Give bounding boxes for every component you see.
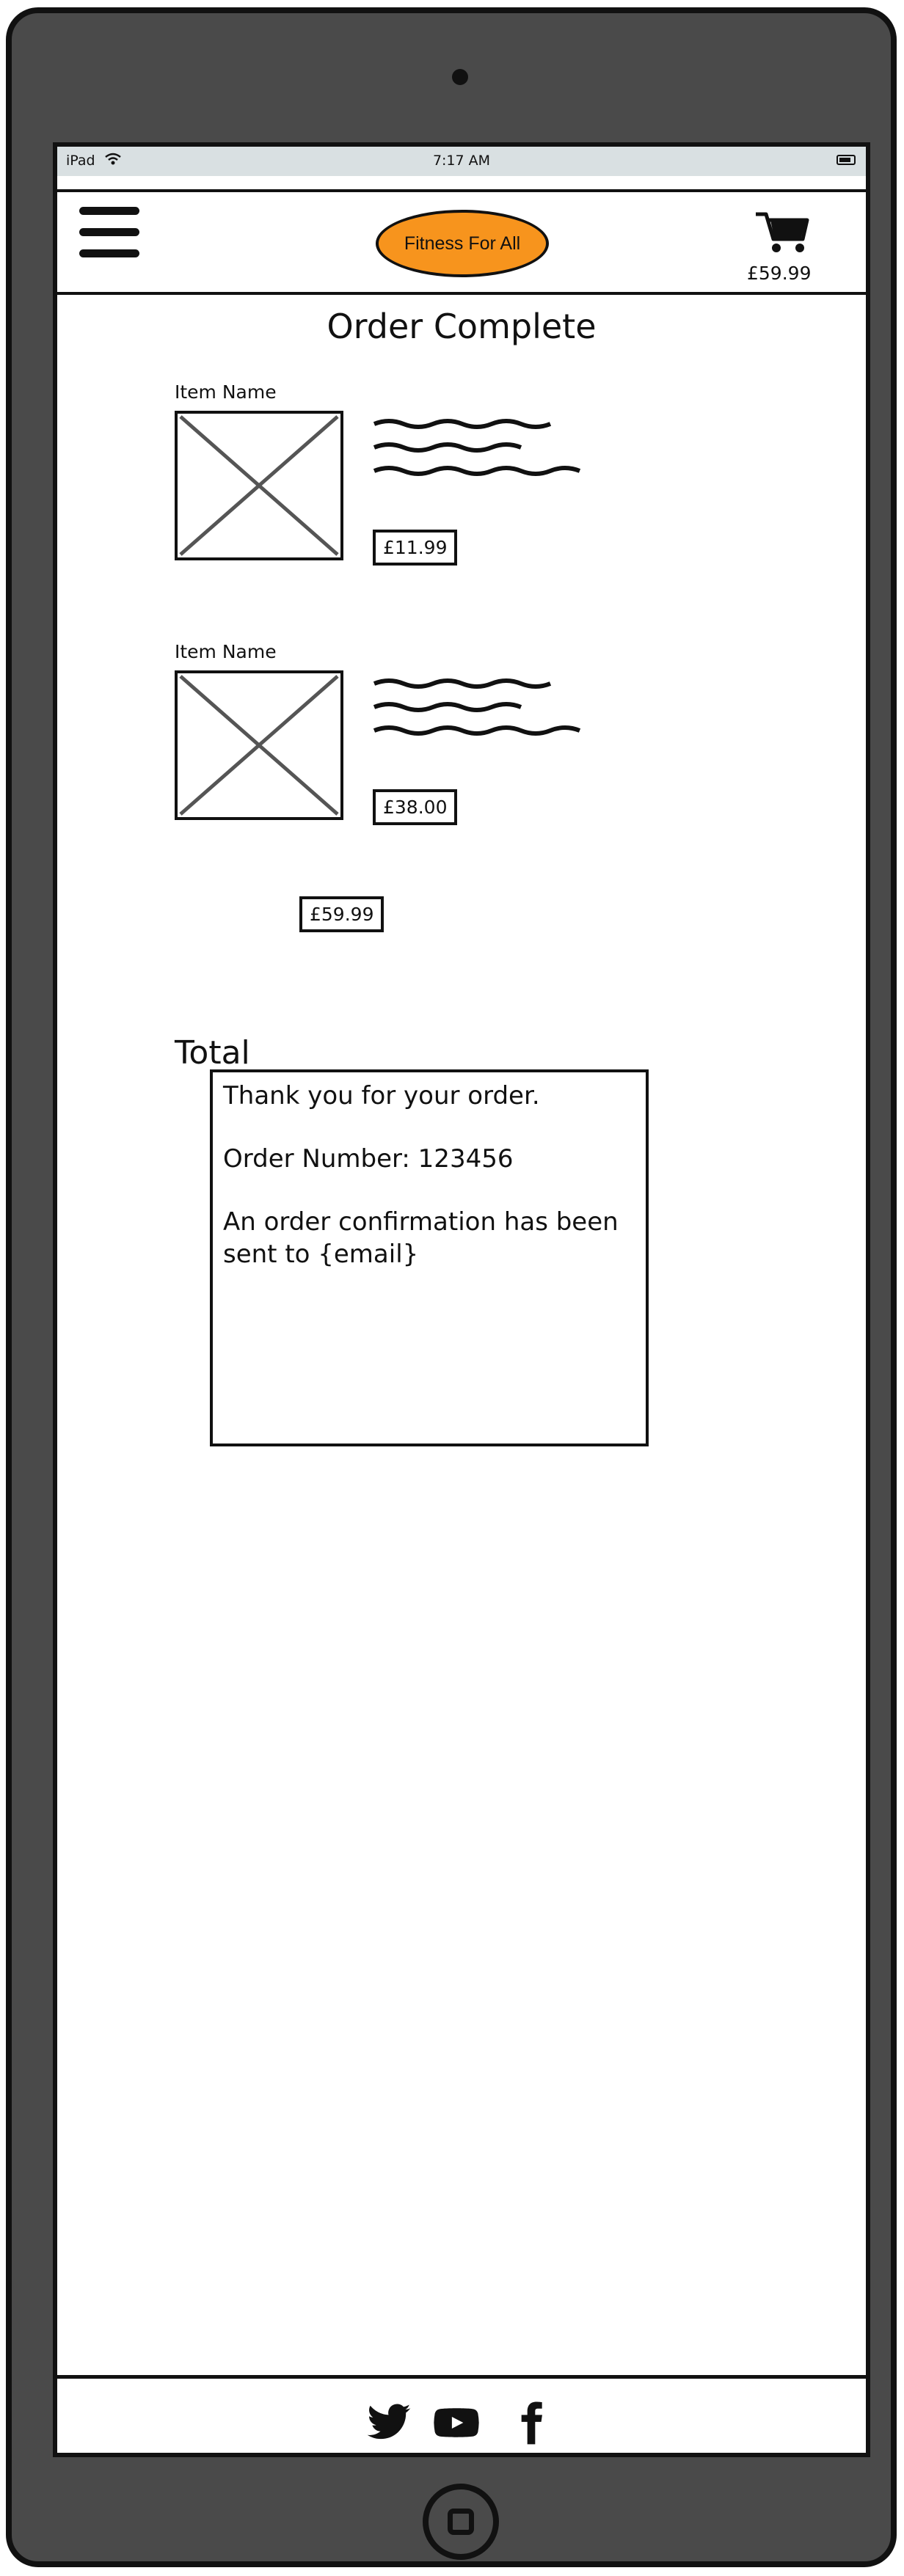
site-header: Fitness For All £59.99 [57, 189, 866, 295]
item-description-scribble [373, 678, 581, 736]
item-price: £11.99 [373, 530, 458, 566]
status-bar: iPad 7:17 AM [57, 147, 866, 176]
site-logo[interactable]: Fitness For All [376, 210, 549, 277]
thank-you-text: Thank you for your order. [223, 1081, 540, 1110]
screen: iPad 7:17 AM Fitness For All £59.99 Orde… [53, 142, 870, 2457]
total-label: Total [175, 1034, 250, 1072]
order-number-text: Order Number: 123456 [223, 1144, 514, 1174]
cart-total: £59.99 [747, 263, 812, 284]
status-time: 7:17 AM [432, 153, 491, 169]
twitter-icon[interactable] [365, 2399, 412, 2446]
item-name: Item Name [175, 381, 277, 403]
facebook-icon[interactable] [508, 2399, 555, 2446]
confirmation-message: Thank you for your order. Order Number: … [210, 1069, 649, 1446]
camera [452, 69, 468, 85]
youtube-icon[interactable] [431, 2399, 479, 2446]
item-name: Item Name [175, 641, 277, 662]
home-button[interactable] [423, 2484, 499, 2560]
image-placeholder-icon [175, 670, 343, 820]
shopping-cart-icon[interactable] [754, 210, 813, 254]
page-title: Order Complete [327, 307, 597, 346]
site-footer [57, 2375, 866, 2453]
total-price: £59.99 [299, 896, 384, 932]
item-description-scribble [373, 419, 581, 476]
tablet-frame: iPad 7:17 AM Fitness For All £59.99 Orde… [6, 7, 897, 2567]
battery-icon [836, 155, 856, 165]
email-notice-text: An order confirmation has been sent to {… [223, 1207, 619, 1269]
item-price: £38.00 [373, 789, 458, 825]
image-placeholder-icon [175, 411, 343, 560]
hamburger-menu-icon[interactable] [79, 207, 139, 264]
